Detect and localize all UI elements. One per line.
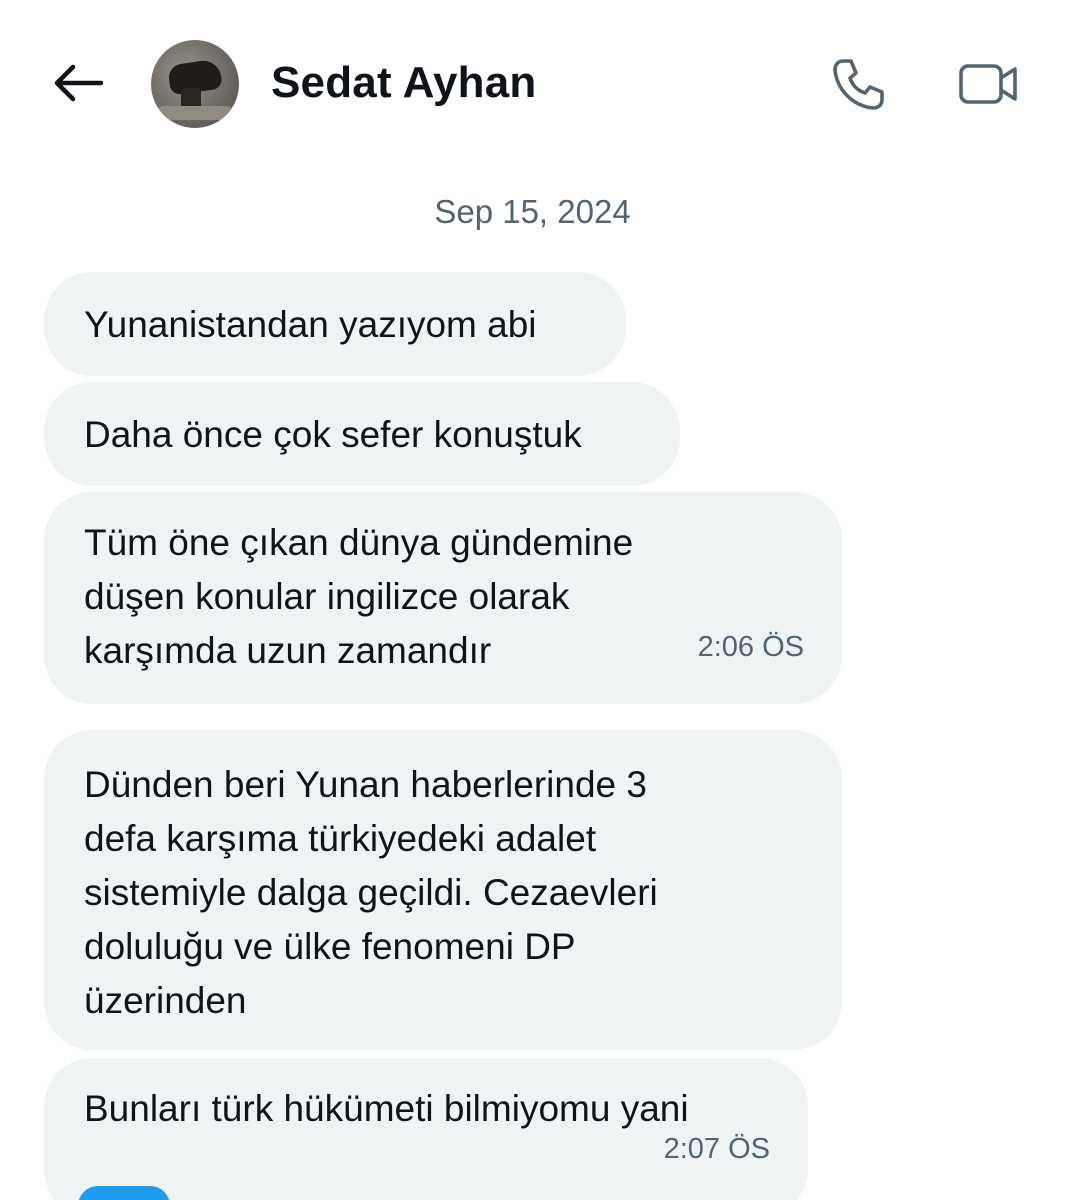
message-bubble[interactable]: Dünden beri Yunan haberlerinde 3 defa ka… [44, 730, 842, 1050]
message-text: Daha önce çok sefer konuştuk [84, 414, 582, 455]
message-bubble[interactable]: Daha önce çok sefer konuştuk [44, 382, 680, 486]
dm-conversation-screen: Sedat Ayhan Sep 15, 2024 Yunanistandan y… [0, 0, 1065, 1200]
message-text: Yunanistandan yazıyom abi [84, 304, 537, 345]
message-text: Tüm öne çıkan dünya gündemine düşen konu… [84, 522, 634, 671]
message-bubble[interactable]: Tüm öne çıkan dünya gündemine düşen konu… [44, 492, 842, 704]
avatar[interactable] [151, 40, 239, 128]
message-text: Dünden beri Yunan haberlerinde 3 defa ka… [84, 764, 658, 1021]
conversation-date: Sep 15, 2024 [434, 193, 631, 230]
contact-name[interactable]: Sedat Ayhan [271, 58, 536, 108]
video-call-button[interactable] [952, 52, 1026, 116]
message-bubble[interactable]: Yunanistandan yazıyom abi [44, 272, 626, 376]
phone-icon [833, 59, 884, 110]
message-bubble[interactable]: Bunları türk hükümeti bilmiyomu yani 2:0… [44, 1058, 808, 1200]
conversation-header: Sedat Ayhan [0, 0, 1065, 170]
call-button[interactable] [824, 50, 892, 118]
arrow-left-icon [54, 64, 103, 102]
message-timestamp: 2:07 ÖS [663, 1133, 770, 1165]
video-camera-icon [959, 64, 1017, 104]
reaction-pill[interactable] [78, 1186, 170, 1200]
back-button[interactable] [44, 50, 110, 116]
message-timestamp: 2:06 ÖS [697, 631, 804, 663]
